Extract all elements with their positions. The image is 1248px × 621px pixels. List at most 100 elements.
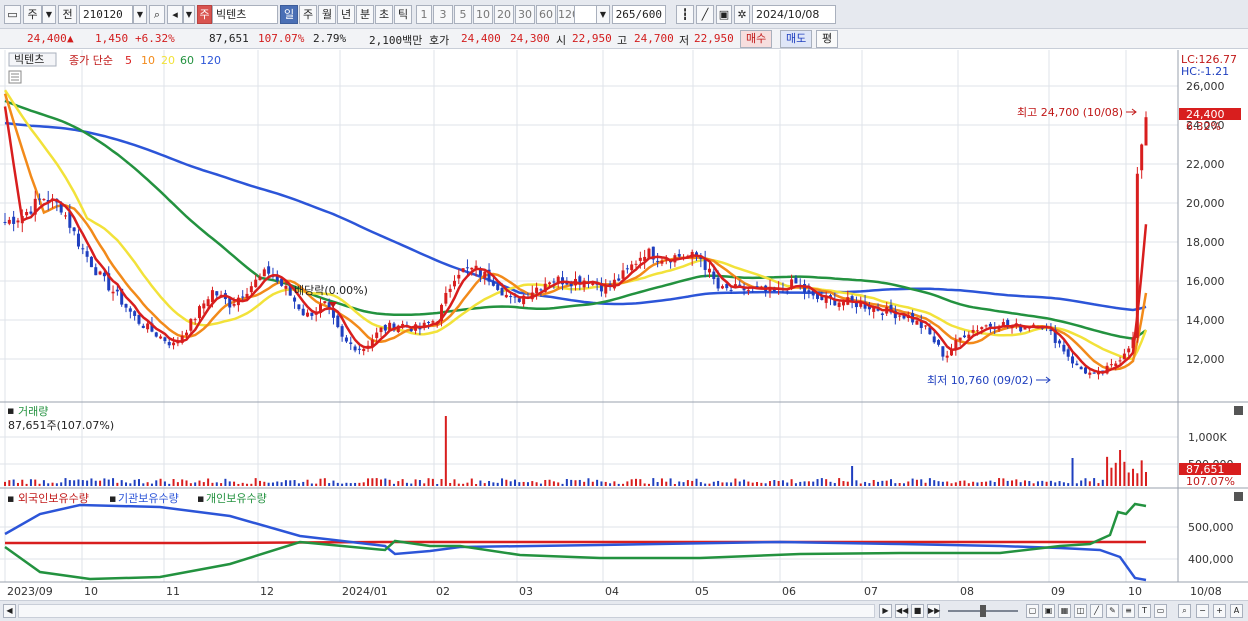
candle-body xyxy=(500,288,504,296)
volume-bar xyxy=(233,481,236,486)
candle-body xyxy=(128,308,132,312)
interval-button-30[interactable]: 30 xyxy=(515,5,535,24)
save-icon[interactable]: ▣ xyxy=(716,5,732,24)
interval-button-10[interactable]: 10 xyxy=(473,5,493,24)
period-button-0[interactable]: 일 xyxy=(280,5,298,24)
x-label: 09 xyxy=(1051,585,1065,598)
chevron-down-icon[interactable]: ▼ xyxy=(42,5,56,24)
volume-bar xyxy=(21,479,24,486)
period-button-4[interactable]: 분 xyxy=(356,5,374,24)
scroll-right-icon[interactable]: ▶ xyxy=(879,604,892,618)
draw-icon[interactable]: ✎ xyxy=(1106,604,1119,618)
fast-forward-icon[interactable]: ▶▶ xyxy=(927,604,940,618)
font-size-icon[interactable]: A xyxy=(1230,604,1243,618)
prev-button[interactable]: 전 xyxy=(58,5,77,24)
interval-button-5[interactable]: 5 xyxy=(454,5,472,24)
speaker-icon[interactable]: ◂ xyxy=(167,5,183,24)
window-icon[interactable]: ▭ xyxy=(4,5,21,24)
code-dropdown-icon[interactable]: ▼ xyxy=(133,5,147,24)
custom-interval-field[interactable] xyxy=(574,5,598,24)
interval-button-60[interactable]: 60 xyxy=(536,5,556,24)
interval-button-3[interactable]: 3 xyxy=(433,5,453,24)
text-icon[interactable]: T xyxy=(1138,604,1151,618)
copy-icon[interactable]: ▣ xyxy=(1042,604,1055,618)
avg-button[interactable]: 평 xyxy=(816,30,839,48)
volume-bar xyxy=(509,481,512,486)
period-button-6[interactable]: 틱 xyxy=(394,5,412,24)
volume-bar xyxy=(397,481,400,486)
volume-bar xyxy=(176,482,179,486)
stock-code-input[interactable]: 210120 xyxy=(79,5,133,24)
volume-bar xyxy=(639,479,642,486)
zoom-search-icon[interactable]: ⌕ xyxy=(1178,604,1191,618)
zoom-out-icon[interactable]: − xyxy=(1196,604,1209,618)
trend-icon[interactable]: ╱ xyxy=(1090,604,1103,618)
candle-body xyxy=(612,279,616,289)
lines-icon[interactable]: ≡ xyxy=(1122,604,1135,618)
holdings-close-icon[interactable] xyxy=(1234,492,1243,501)
scroll-track[interactable] xyxy=(18,604,875,618)
candle-body xyxy=(254,279,258,288)
volume-bar xyxy=(864,481,867,486)
window-icon[interactable]: ▭ xyxy=(1154,604,1167,618)
layout-icon[interactable]: ▢ xyxy=(1026,604,1039,618)
stop-icon[interactable]: ■ xyxy=(911,604,924,618)
volume-bar xyxy=(371,478,374,486)
volume-close-icon[interactable] xyxy=(1234,406,1243,415)
volume-bar xyxy=(980,481,983,486)
volume-bar xyxy=(1080,480,1083,486)
line-tool-icon[interactable]: ╱ xyxy=(696,5,714,24)
candle-body xyxy=(924,325,928,327)
buy-button[interactable]: 매수 xyxy=(740,30,773,48)
hc-value: HC:-1.21 xyxy=(1181,65,1229,78)
high-note: 최고 24,700 (10/08) xyxy=(1017,106,1123,119)
volume-bar xyxy=(812,481,815,486)
candle-body xyxy=(383,324,387,331)
volume-bar xyxy=(695,478,698,486)
candle-body xyxy=(483,271,487,279)
volume-bar xyxy=(1110,467,1113,486)
volume-bar xyxy=(816,479,819,486)
candle-style-icon[interactable]: ┇ xyxy=(676,5,694,24)
volume-bar xyxy=(354,482,357,486)
count-field[interactable]: 265/600 xyxy=(612,5,666,24)
period-button-3[interactable]: 년 xyxy=(337,5,355,24)
zoom-in-icon[interactable]: + xyxy=(1213,604,1226,618)
period-toggle[interactable]: 주 xyxy=(23,5,42,24)
volume-bar xyxy=(8,480,11,486)
search-icon[interactable]: ⌕ xyxy=(149,5,165,24)
candle-body xyxy=(29,211,33,214)
interval-button-20[interactable]: 20 xyxy=(494,5,514,24)
capture-icon[interactable]: ◫ xyxy=(1074,604,1087,618)
volume-value-text: 87,651주(107.07%) xyxy=(8,419,114,432)
candle-body xyxy=(621,270,625,279)
zoom-slider-handle[interactable] xyxy=(980,605,986,617)
gear-icon[interactable]: ✲ xyxy=(734,5,750,24)
volume-bar xyxy=(29,479,32,486)
volume-bar xyxy=(414,479,417,486)
interval-dropdown-icon[interactable]: ▼ xyxy=(596,5,610,24)
volume-bar xyxy=(518,482,521,486)
period-button-1[interactable]: 주 xyxy=(299,5,317,24)
candle-body xyxy=(3,221,7,223)
speaker-dropdown-icon[interactable]: ▼ xyxy=(183,5,195,24)
stock-chart[interactable]: 빅텐츠 종가 단순 5 10 20 60 120 LC:126.77 HC:-1.21 … xyxy=(0,50,1248,600)
volume-bar xyxy=(673,483,676,486)
period-button-5[interactable]: 초 xyxy=(375,5,393,24)
grid-icon[interactable]: ▦ xyxy=(1058,604,1071,618)
candle-body xyxy=(937,340,941,345)
stock-name-field[interactable]: 빅텐츠 xyxy=(212,5,278,24)
interval-button-1[interactable]: 1 xyxy=(416,5,432,24)
candle-body xyxy=(301,308,305,316)
volume-title: 거래량 xyxy=(18,405,48,418)
volume-bar xyxy=(1032,483,1035,486)
sell-button[interactable]: 매도 xyxy=(780,30,813,48)
candle-body xyxy=(945,355,949,358)
scroll-left-icon[interactable]: ◀ xyxy=(3,604,16,618)
date-field[interactable]: 2024/10/08 xyxy=(752,5,836,24)
volume-bar xyxy=(682,482,685,486)
rewind-icon[interactable]: ◀◀ xyxy=(895,604,908,618)
volume-bar xyxy=(77,479,80,486)
volume-bar xyxy=(1028,481,1031,486)
period-button-2[interactable]: 월 xyxy=(318,5,336,24)
